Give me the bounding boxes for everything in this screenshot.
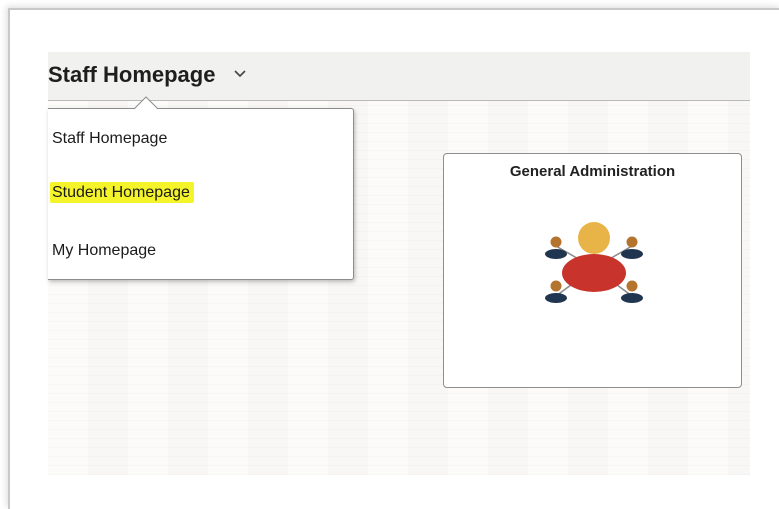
tile-general-administration[interactable]: General Administration [443,153,742,388]
menu-item-label: My Homepage [52,242,157,259]
tile-title: General Administration [509,163,676,180]
menu-item-my-homepage[interactable]: My Homepage [52,240,156,262]
chevron-down-icon[interactable] [233,68,247,78]
dropdown-caret-icon [134,96,158,110]
homepage-dropdown-menu: Staff Homepage Student Homepage My Homep… [48,108,354,280]
menu-item-staff-homepage[interactable]: Staff Homepage [52,128,167,150]
menu-item-student-homepage[interactable]: Student Homepage [50,182,194,204]
people-network-icon [545,222,643,303]
menu-item-label-highlighted: Student Homepage [50,182,194,203]
menu-item-label: Staff Homepage [52,130,168,147]
homepage-title[interactable]: Staff Homepage [48,60,215,90]
